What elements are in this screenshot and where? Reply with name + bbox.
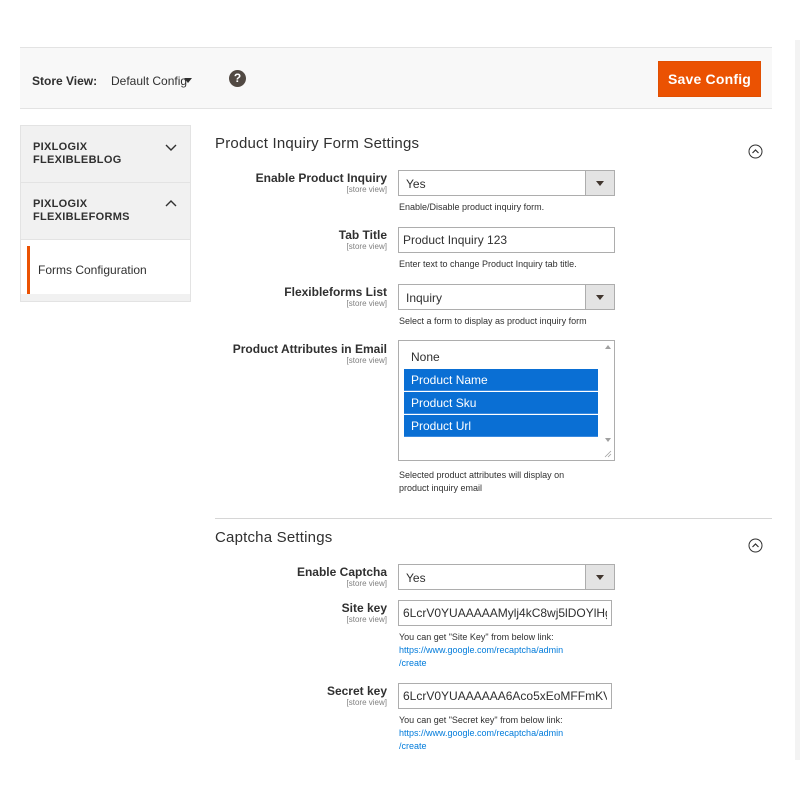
- field-note: Select a form to display as product inqu…: [399, 316, 587, 326]
- scroll-down-icon[interactable]: [605, 438, 611, 442]
- link-text: /create: [399, 658, 427, 668]
- field-note: You can get "Site Key" from below link: …: [399, 631, 563, 670]
- note-line: product inquiry email: [399, 483, 483, 493]
- store-view-label: Store View:: [32, 74, 98, 88]
- field-label: Enable Product Inquiry: [255, 171, 387, 185]
- link-text: https://www.google.com/recaptcha/admin: [399, 645, 564, 655]
- sidebar-tab-label: PIXLOGIX FLEXIBLEBLOG: [33, 141, 122, 166]
- sidebar-item-forms-configuration[interactable]: Forms Configuration: [27, 246, 190, 294]
- dropdown-arrow-icon: [585, 171, 614, 195]
- field-label: Flexibleforms List: [284, 285, 387, 299]
- section-divider: [215, 518, 772, 519]
- scroll-up-icon[interactable]: [605, 345, 611, 349]
- recaptcha-admin-link[interactable]: https://www.google.com/recaptcha/admin/c…: [399, 645, 563, 668]
- forms-list-select[interactable]: Inquiry: [398, 284, 615, 310]
- field-scope: [store view]: [346, 615, 387, 624]
- dropdown-arrow-icon: [585, 285, 614, 309]
- section-title-inquiry: Product Inquiry Form Settings: [215, 135, 420, 152]
- field-scope: [store view]: [346, 242, 387, 251]
- sidebar-tab-flexibleforms[interactable]: PIXLOGIX FLEXIBLEFORMS: [21, 183, 190, 240]
- field-scope: [store view]: [346, 185, 387, 194]
- enable-captcha-select[interactable]: Yes: [398, 564, 615, 590]
- link-text: https://www.google.com/recaptcha/admin: [399, 728, 564, 738]
- store-view-switcher[interactable]: Default Config: [111, 74, 187, 88]
- field-scope: [store view]: [346, 356, 387, 365]
- product-attributes-multiselect[interactable]: None Product Name Product Sku Product Ur…: [398, 340, 615, 461]
- site-key-input[interactable]: [398, 600, 612, 626]
- field-note: You can get "Secret key" from below link…: [399, 714, 563, 753]
- field-scope: [store view]: [346, 698, 387, 707]
- field-note: Enable/Disable product inquiry form.: [399, 202, 545, 212]
- field-label: Enable Captcha: [296, 565, 387, 579]
- link-text: /create: [399, 741, 427, 751]
- multiselect-option-product-sku[interactable]: Product Sku: [404, 392, 598, 414]
- save-config-button[interactable]: Save Config: [658, 61, 761, 97]
- sidebar-tab-label: PIXLOGIX FLEXIBLEFORMS: [33, 198, 130, 223]
- field-label: Secret key: [326, 684, 387, 698]
- help-icon[interactable]: ?: [229, 70, 246, 87]
- note-line: Selected product attributes will display…: [399, 470, 565, 480]
- field-label: Tab Title: [338, 228, 387, 242]
- multiselect-option-product-name[interactable]: Product Name: [404, 369, 598, 391]
- recaptcha-admin-link[interactable]: https://www.google.com/recaptcha/admin/c…: [399, 728, 563, 751]
- chevron-up-icon: [165, 200, 177, 207]
- select-value: Yes: [406, 177, 426, 191]
- secret-key-input[interactable]: [398, 683, 612, 709]
- multiselect-option-product-url[interactable]: Product Url: [404, 415, 598, 437]
- field-label: Product Attributes in Email: [232, 342, 387, 356]
- store-view-bar: Store View: Default Config ? Save Config: [20, 47, 772, 109]
- tab-title-input[interactable]: [398, 227, 615, 253]
- enable-inquiry-select[interactable]: Yes: [398, 170, 615, 196]
- collapse-section-icon[interactable]: [748, 538, 763, 553]
- dropdown-arrow-icon: [585, 565, 614, 589]
- field-note: Enter text to change Product Inquiry tab…: [399, 259, 577, 269]
- chevron-down-icon: [165, 144, 177, 151]
- caret-down-icon[interactable]: [184, 78, 192, 83]
- field-scope: [store view]: [346, 579, 387, 588]
- sidebar-footer: [21, 294, 190, 301]
- sidebar-item-label: Forms Configuration: [38, 263, 147, 277]
- sidebar-tab-flexibleblog[interactable]: PIXLOGIX FLEXIBLEBLOG: [21, 126, 190, 183]
- field-label: Site key: [341, 601, 387, 615]
- collapse-section-icon[interactable]: [748, 144, 763, 159]
- config-sidebar: PIXLOGIX FLEXIBLEBLOG PIXLOGIX FLEXIBLEF…: [20, 125, 191, 302]
- resize-grip-icon[interactable]: [604, 450, 612, 458]
- field-note: Selected product attributes will display…: [399, 469, 564, 495]
- section-title-captcha: Captcha Settings: [215, 529, 333, 546]
- note-line: You can get "Secret key" from below link…: [399, 715, 563, 725]
- multiselect-option-none[interactable]: None: [404, 346, 598, 368]
- field-scope: [store view]: [346, 299, 387, 308]
- page-edge: [795, 40, 800, 760]
- note-line: You can get "Site Key" from below link:: [399, 632, 554, 642]
- select-value: Yes: [406, 571, 426, 585]
- select-value: Inquiry: [406, 291, 443, 305]
